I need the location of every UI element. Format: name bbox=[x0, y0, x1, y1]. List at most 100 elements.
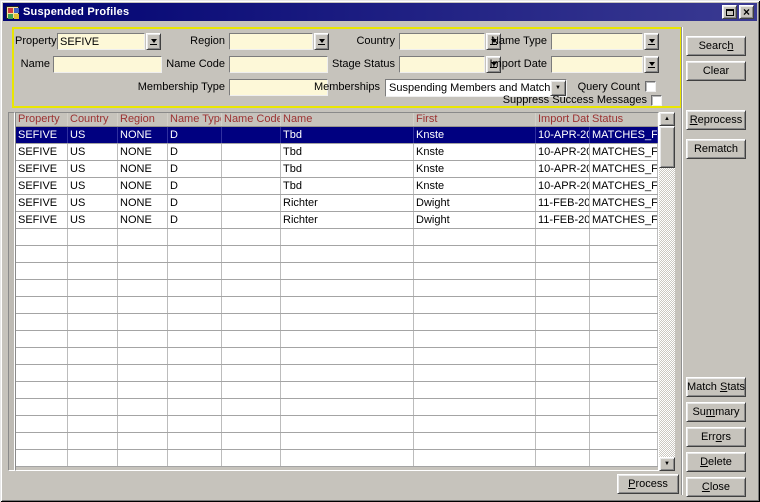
region-field[interactable] bbox=[229, 33, 313, 50]
stage-status-field[interactable] bbox=[399, 56, 485, 73]
property-lov-button[interactable] bbox=[146, 33, 161, 50]
match-stats-button[interactable]: Match Stats bbox=[686, 377, 746, 397]
table-cell bbox=[16, 433, 68, 449]
scroll-down-icon[interactable]: ▼ bbox=[659, 457, 675, 471]
table-empty-row[interactable] bbox=[16, 450, 658, 467]
table-empty-row[interactable] bbox=[16, 416, 658, 433]
table-row[interactable]: SEFIVEUSNONEDRichterDwight11-FEB-2013MAT… bbox=[16, 212, 658, 229]
results-table: PropertyCountryRegionName TypeName CodeN… bbox=[15, 112, 659, 471]
table-empty-row[interactable] bbox=[16, 229, 658, 246]
property-field[interactable] bbox=[57, 33, 145, 50]
table-cell bbox=[281, 365, 414, 381]
table-cell bbox=[16, 314, 68, 330]
table-cell bbox=[281, 280, 414, 296]
table-row[interactable]: SEFIVEUSNONEDRichterDwight11-FEB-2013MAT… bbox=[16, 195, 658, 212]
table-empty-row[interactable] bbox=[16, 331, 658, 348]
table-empty-row[interactable] bbox=[16, 399, 658, 416]
table-cell bbox=[281, 450, 414, 466]
table-empty-row[interactable] bbox=[16, 382, 658, 399]
table-cell bbox=[222, 399, 281, 415]
table-empty-row[interactable] bbox=[16, 263, 658, 280]
memberships-label: Memberships bbox=[308, 79, 380, 96]
process-button[interactable]: Process bbox=[617, 474, 679, 494]
region-lov-button[interactable] bbox=[314, 33, 329, 50]
search-button[interactable]: Search bbox=[686, 36, 746, 56]
table-cell bbox=[536, 382, 590, 398]
table-cell bbox=[222, 348, 281, 364]
table-cell: Dwight bbox=[414, 212, 536, 228]
table-scrollbar[interactable]: ▲ ▼ bbox=[659, 112, 675, 471]
name-field[interactable] bbox=[53, 56, 162, 73]
table-empty-row[interactable] bbox=[16, 297, 658, 314]
table-empty-row[interactable] bbox=[16, 348, 658, 365]
reprocess-button[interactable]: Reprocess bbox=[686, 110, 746, 130]
table-row[interactable]: SEFIVEUSNONEDTbdKnste10-APR-2013MATCHES_… bbox=[16, 144, 658, 161]
table-cell bbox=[590, 263, 658, 279]
table-cell bbox=[68, 263, 118, 279]
import-date-field[interactable] bbox=[551, 56, 643, 73]
table-cell bbox=[222, 246, 281, 262]
lov-arrow-icon bbox=[151, 39, 157, 43]
table-cell bbox=[168, 246, 222, 262]
table-cell bbox=[118, 246, 168, 262]
table-cell: Tbd bbox=[281, 178, 414, 194]
table-cell bbox=[118, 399, 168, 415]
table-cell: US bbox=[68, 161, 118, 177]
country-field[interactable] bbox=[399, 33, 485, 50]
table-cell bbox=[281, 314, 414, 330]
summary-button[interactable]: Summary bbox=[686, 402, 746, 422]
membership-type-label: Membership Type bbox=[135, 79, 225, 96]
table-cell: 10-APR-2013 bbox=[536, 127, 590, 143]
table-cell bbox=[281, 433, 414, 449]
name-type-lov-button[interactable] bbox=[644, 33, 659, 50]
query-count-checkbox[interactable] bbox=[645, 81, 656, 92]
table-cell: NONE bbox=[118, 144, 168, 160]
titlebar[interactable]: Suspended Profiles × bbox=[3, 3, 757, 21]
clear-button[interactable]: Clear bbox=[686, 61, 746, 81]
table-empty-row[interactable] bbox=[16, 314, 658, 331]
import-date-lov-button[interactable] bbox=[644, 56, 659, 73]
table-cell bbox=[118, 416, 168, 432]
table-row[interactable]: SEFIVEUSNONEDTbdKnste10-APR-2013MATCHES_… bbox=[16, 161, 658, 178]
table-cell bbox=[68, 297, 118, 313]
scrollbar-thumb[interactable] bbox=[659, 126, 675, 168]
maximize-button[interactable] bbox=[722, 5, 737, 19]
table-cell bbox=[68, 433, 118, 449]
property-label: Property bbox=[15, 33, 55, 50]
table-cell bbox=[414, 331, 536, 347]
table-cell bbox=[168, 433, 222, 449]
table-cell: Richter bbox=[281, 195, 414, 211]
delete-button[interactable]: Delete bbox=[686, 452, 746, 472]
table-cell bbox=[16, 416, 68, 432]
suspended-profiles-window: Suspended Profiles × Property Region Cou… bbox=[0, 0, 760, 502]
name-type-field[interactable] bbox=[551, 33, 643, 50]
record-selector-strip[interactable] bbox=[8, 112, 15, 471]
column-header: First bbox=[414, 113, 536, 126]
table-empty-row[interactable] bbox=[16, 365, 658, 382]
table-cell bbox=[68, 382, 118, 398]
name-code-field[interactable] bbox=[229, 56, 328, 73]
table-cell bbox=[68, 229, 118, 245]
table-empty-row[interactable] bbox=[16, 433, 658, 450]
table-empty-row[interactable] bbox=[16, 246, 658, 263]
table-cell bbox=[536, 229, 590, 245]
rematch-button[interactable]: Rematch bbox=[686, 139, 746, 159]
table-cell bbox=[222, 297, 281, 313]
table-empty-row[interactable] bbox=[16, 280, 658, 297]
table-cell bbox=[281, 331, 414, 347]
column-header: Name bbox=[281, 113, 414, 126]
table-cell bbox=[16, 399, 68, 415]
scroll-up-icon[interactable]: ▲ bbox=[659, 112, 675, 126]
errors-button[interactable]: Errors bbox=[686, 427, 746, 447]
table-cell bbox=[414, 382, 536, 398]
table-cell bbox=[590, 297, 658, 313]
table-cell bbox=[16, 450, 68, 466]
table-cell bbox=[118, 433, 168, 449]
table-row[interactable]: SEFIVEUSNONEDTbdKnste10-APR-2013MATCHES_… bbox=[16, 127, 658, 144]
suppress-success-messages-checkbox[interactable] bbox=[651, 95, 662, 106]
table-cell bbox=[222, 365, 281, 381]
table-row[interactable]: SEFIVEUSNONEDTbdKnste10-APR-2013MATCHES_… bbox=[16, 178, 658, 195]
column-header: Name Type bbox=[168, 113, 222, 126]
close-button-bottom[interactable]: Close bbox=[686, 477, 746, 497]
close-button[interactable]: × bbox=[739, 5, 754, 19]
